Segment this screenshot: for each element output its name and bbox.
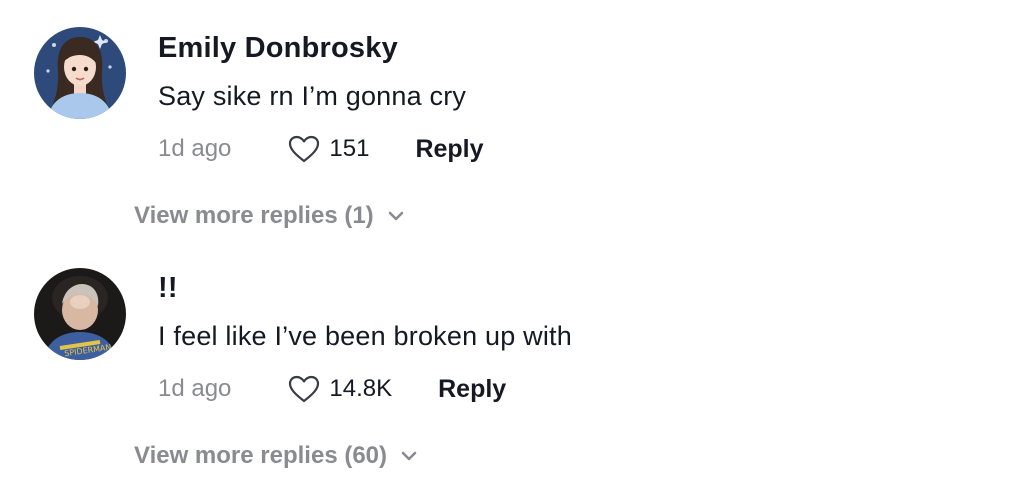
- comment-timestamp: 1d ago: [158, 135, 232, 162]
- chevron-down-icon: [401, 451, 417, 461]
- view-more-replies-button[interactable]: View more replies (1): [134, 202, 404, 230]
- comment-meta: 1d ago 151 Reply: [158, 132, 484, 166]
- heart-outline-icon: [289, 135, 320, 163]
- avatar-photo: SPIDERMAN: [34, 268, 126, 360]
- avatar[interactable]: [34, 27, 126, 119]
- heart-outline-icon: [289, 375, 320, 403]
- comment-text: I feel like I’ve been broken up with: [158, 321, 572, 351]
- view-more-replies-button[interactable]: View more replies (60): [134, 442, 417, 470]
- comment-text: Say sike rn I’m gonna cry: [158, 81, 467, 111]
- chevron-down-icon: [388, 211, 403, 221]
- reply-button[interactable]: Reply: [438, 375, 506, 404]
- view-more-label: View more replies (60): [134, 442, 388, 469]
- avatar-illustration: [34, 27, 126, 119]
- comment-meta: 1d ago 14.8K Reply: [158, 372, 506, 406]
- avatar[interactable]: SPIDERMAN: [34, 268, 126, 360]
- like-button[interactable]: 14.8K: [287, 374, 392, 404]
- reply-button[interactable]: Reply: [415, 135, 483, 164]
- comment-username[interactable]: !!: [158, 272, 178, 305]
- like-count: 151: [329, 135, 370, 162]
- comment-username[interactable]: Emily Donbrosky: [158, 32, 398, 65]
- comment-timestamp: 1d ago: [158, 375, 232, 402]
- like-count: 14.8K: [329, 375, 393, 402]
- like-button[interactable]: 151: [287, 134, 369, 164]
- view-more-label: View more replies (1): [134, 202, 374, 229]
